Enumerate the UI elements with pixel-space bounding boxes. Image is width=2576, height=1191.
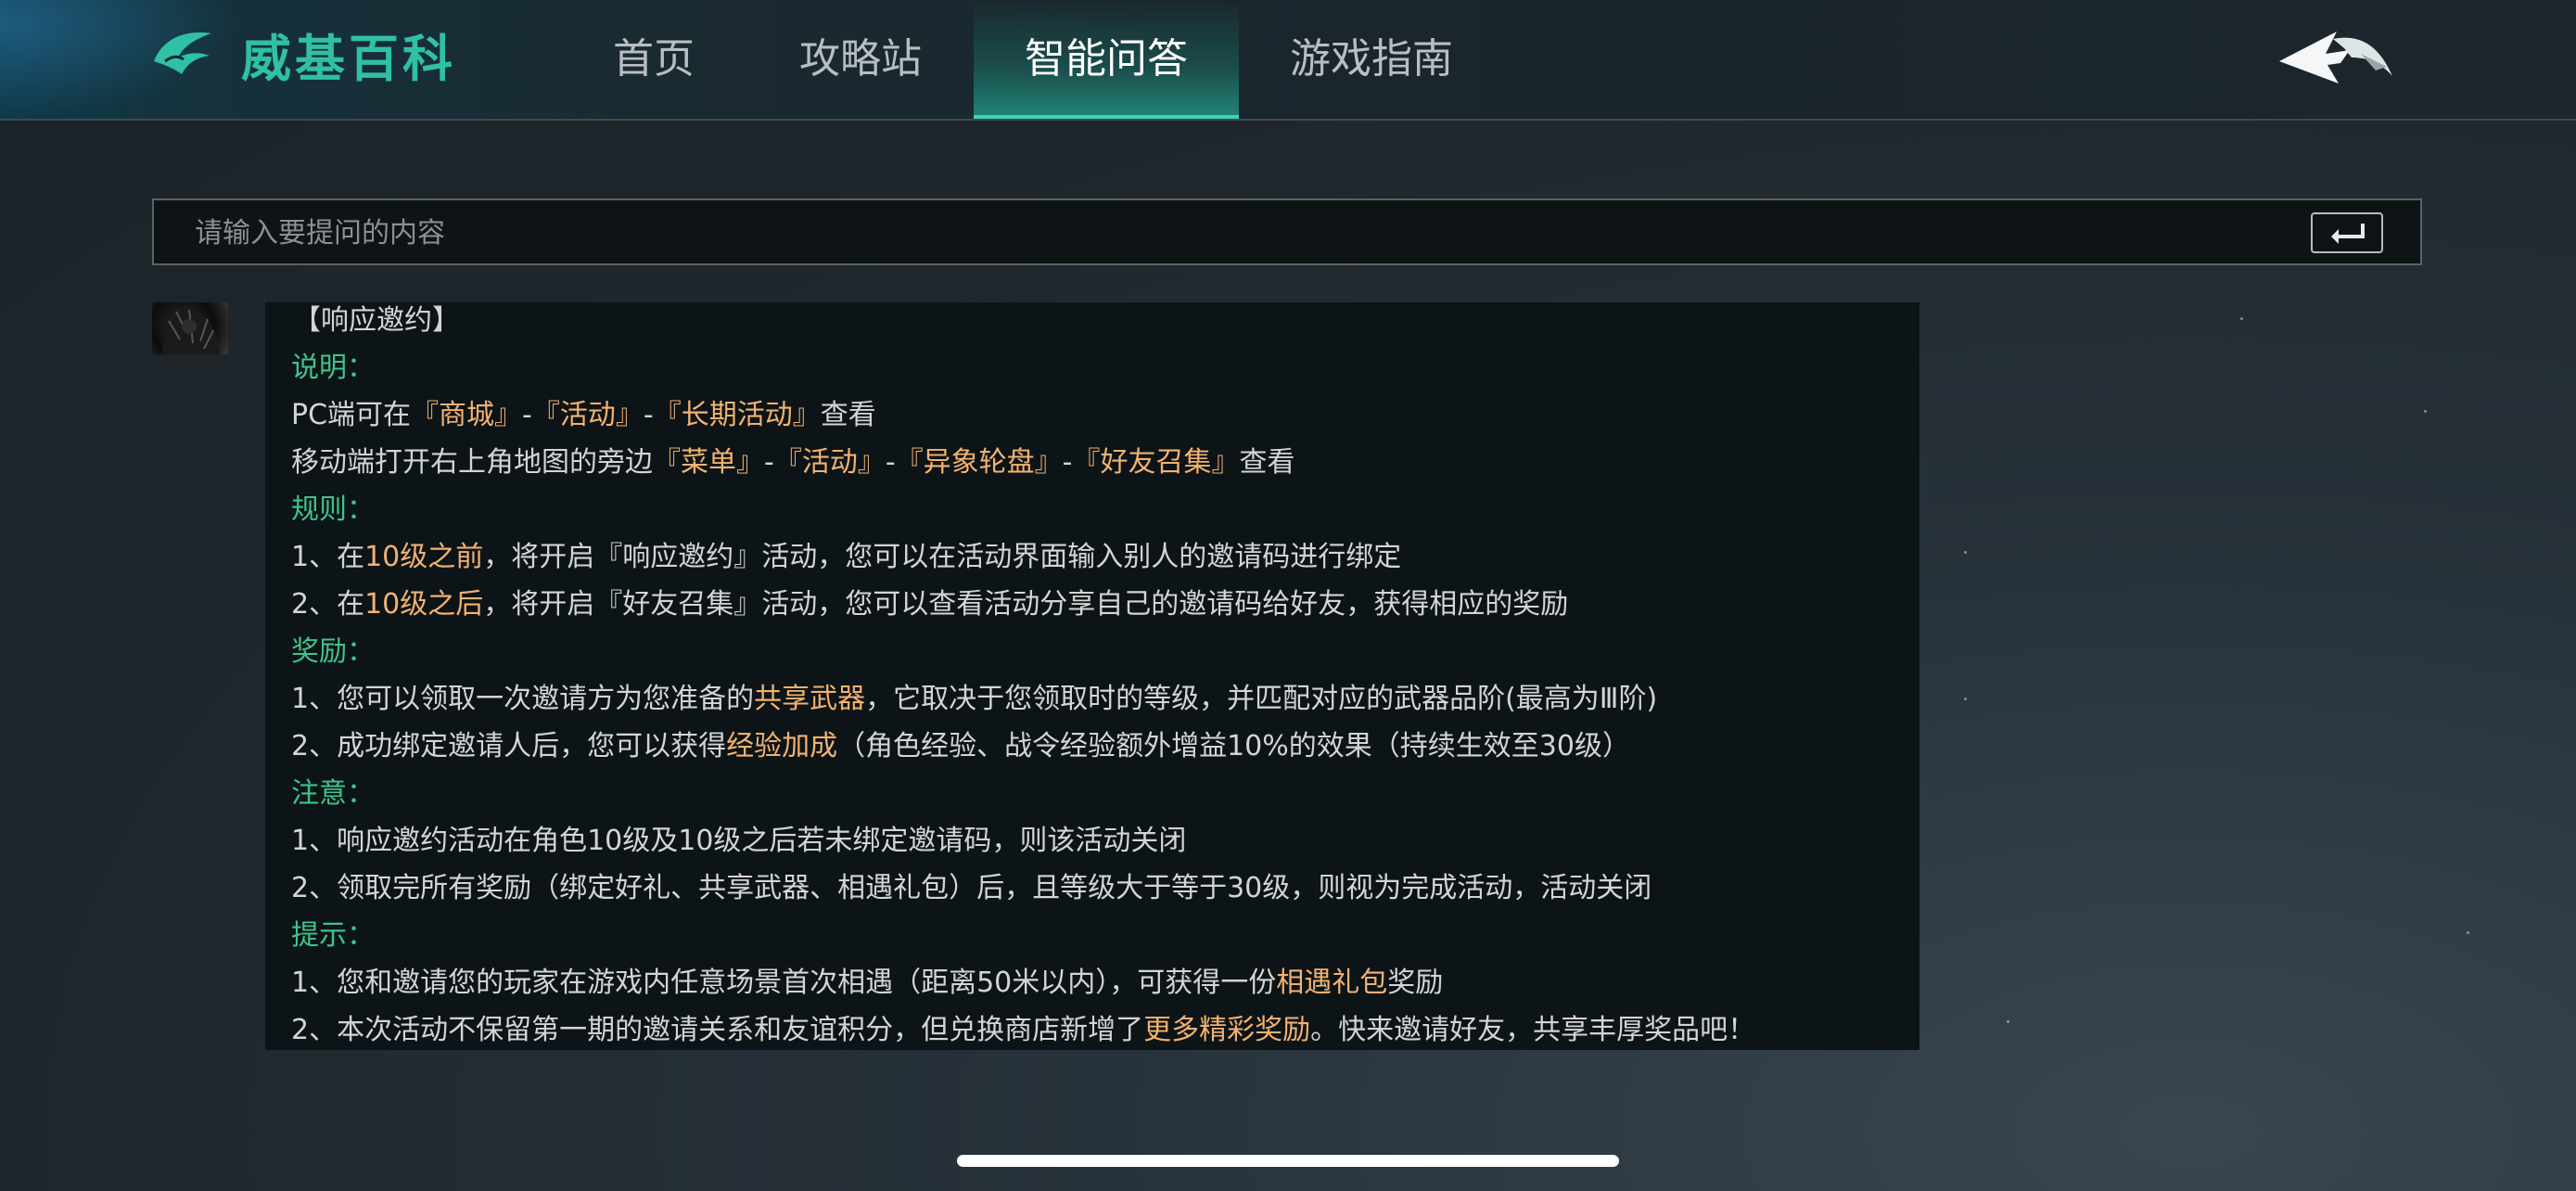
highlight-text: 更多精彩奖励 [1143,1014,1311,1046]
enter-return-icon [2331,224,2365,244]
star-decoration [2467,931,2469,934]
answer-text: 奖励 [1387,967,1444,999]
answer-text: - [764,446,774,479]
home-indicator[interactable] [957,1155,1619,1167]
question-input[interactable] [193,200,2237,265]
assistant-avatar [152,302,228,354]
star-decoration [2007,1020,2009,1023]
answer-text: 1、在 [291,541,365,573]
back-button[interactable] [2272,26,2402,100]
highlight-text: 『商城』 [411,399,523,431]
answer-panel: 【响应邀约】 说明： PC端可在『商城』-『活动』-『长期活动』查看 移动端打开右上… [265,302,1919,1050]
highlight-text: 『活动』 [531,399,644,431]
highlight-text: 共享武器 [754,683,866,715]
highlight-text: 10级之后 [364,588,484,621]
highlight-text: 『好友召集』 [1072,446,1240,479]
section-heading: 规则： [291,493,375,526]
answer-line: 1、在10级之前，将开启『响应邀约』活动，您可以在活动界面输入别人的邀请码进行绑… [291,539,1401,576]
highlight-text: 10级之前 [364,541,484,573]
section-heading: 提示： [291,919,375,952]
wing-logo-icon [150,28,215,87]
answer-line: 1、响应邀约活动在角色10级及10级之后若未绑定邀请码，则该活动关闭 [291,823,1186,860]
highlight-text: 『菜单』 [653,446,764,479]
highlight-text: 相遇礼包 [1276,967,1388,999]
answer-text: 移动端打开右上角地图的旁边 [291,446,653,479]
answer-line: PC端可在『商城』-『活动』-『长期活动』查看 [291,397,876,434]
answer-line: 移动端打开右上角地图的旁边『菜单』-『活动』-『异象轮盘』-『好友召集』查看 [291,444,1294,481]
answer-text: - [885,446,896,479]
answer-line: 2、在10级之后，将开启『好友召集』活动，您可以查看活动分享自己的邀请码给好友，… [291,586,1568,623]
answer-title: 【响应邀约】 [293,304,460,337]
tab-smart-qa[interactable]: 智能问答 [974,0,1239,119]
highlight-text: 『活动』 [773,446,886,479]
answer-text: - [1062,446,1073,479]
star-decoration [2424,410,2427,413]
answer-text: 1、响应邀约活动在角色10级及10级之后若未绑定邀请码，则该活动关闭 [291,825,1187,857]
answer-text: ，将开启『好友召集』活动，您可以查看活动分享自己的邀请码给好友，获得相应的奖励 [483,588,1569,621]
answer-text: 1、您可以领取一次邀请方为您准备的 [291,683,755,715]
brand-title: 威基百科 [241,30,456,88]
answer-line: 1、您可以领取一次邀请方为您准备的共享武器，它取决于您领取时的等级，并匹配对应的… [291,681,1657,718]
answer-text: PC端可在 [291,399,412,431]
answer-line: 2、成功绑定邀请人后，您可以获得经验加成（角色经验、战令经验额外增益10%的效果… [291,728,1630,765]
star-decoration [1964,698,1967,700]
answer-text: 2、领取完所有奖励（绑定好礼、共享武器、相遇礼包）后，且等级大于等于30级，则视… [291,872,1652,904]
submit-button[interactable] [2311,212,2383,253]
answer-text: 2、在 [291,588,365,621]
answer-text: 2、本次活动不保留第一期的邀请关系和友谊积分，但兑换商店新增了 [291,1014,1144,1046]
answer-text: 查看 [1239,446,1295,479]
answer-text: （角色经验、战令经验额外增益10%的效果（持续生效至30级） [837,730,1630,762]
tab-game-guide[interactable]: 游戏指南 [1270,0,1473,119]
section-heading: 奖励： [291,635,375,668]
top-nav-bar: 威基百科 首页 攻略站 智能问答 游戏指南 [0,0,2576,121]
question-search-box [152,198,2422,265]
answer-text: ，它取决于您领取时的等级，并匹配对应的武器品阶(最高为Ⅲ阶) [865,683,1658,715]
highlight-text: 『异象轮盘』 [895,446,1063,479]
highlight-text: 『长期活动』 [653,399,821,431]
star-decoration [1964,551,1967,554]
answer-text: 。快来邀请好友，共享丰厚奖品吧！ [1310,1014,1756,1046]
highlight-text: 经验加成 [726,730,838,762]
answer-line: 2、本次活动不保留第一期的邀请关系和友谊积分，但兑换商店新增了更多精彩奖励。快来… [291,1012,1755,1049]
section-heading: 说明： [291,352,375,384]
answer-line: 1、您和邀请您的玩家在游戏内任意场景首次相遇（距离50米以内），可获得一份相遇礼… [291,965,1443,1002]
answer-text: 1、您和邀请您的玩家在游戏内任意场景首次相遇（距离50米以内），可获得一份 [291,967,1277,999]
answer-text: 2、成功绑定邀请人后，您可以获得 [291,730,727,762]
answer-line: 2、领取完所有奖励（绑定好礼、共享武器、相遇礼包）后，且等级大于等于30级，则视… [291,870,1651,907]
answer-text: ，将开启『响应邀约』活动，您可以在活动界面输入别人的邀请码进行绑定 [483,541,1402,573]
answer-text: - [643,399,654,431]
tab-guides[interactable]: 攻略站 [779,0,942,119]
section-heading: 注意： [291,777,375,810]
back-arrow-icon [2279,32,2392,83]
answer-text: 查看 [820,399,876,431]
answer-text: - [522,399,532,431]
star-decoration [2240,317,2243,320]
tab-home[interactable]: 首页 [593,0,714,119]
